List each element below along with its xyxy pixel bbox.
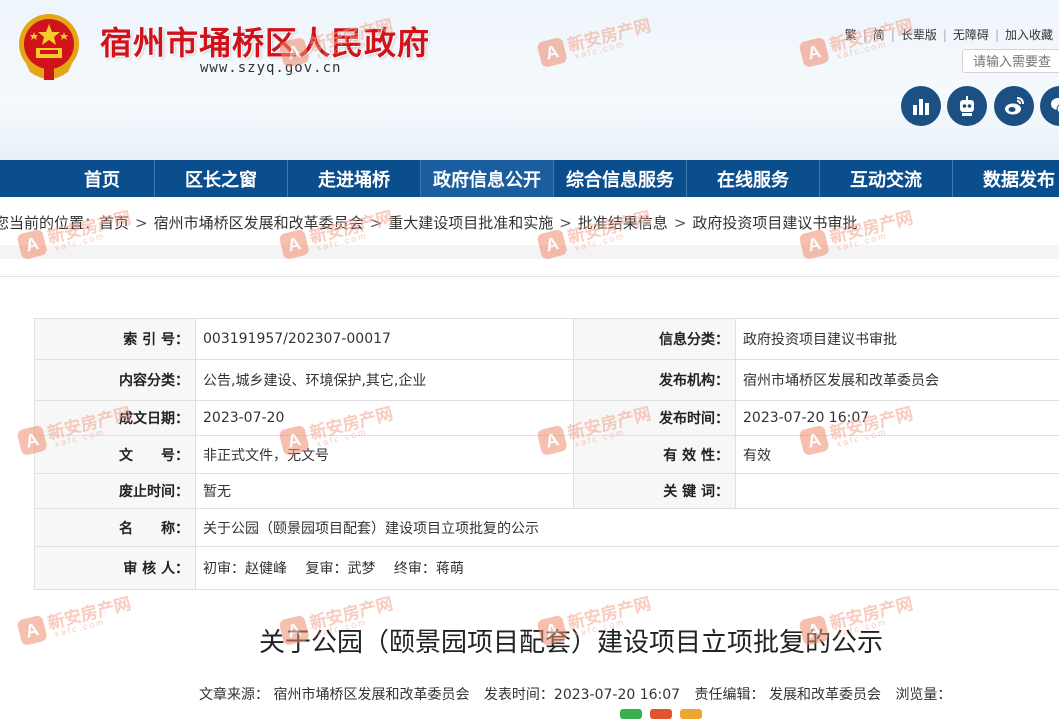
table-row: 内容分类： 公告,城乡建设、环境保护,其它,企业 发布机构： 宿州市埇桥区发展和… (35, 360, 1059, 401)
name-value: 关于公园（颐景园项目配套）建设项目立项批复的公示 (196, 509, 1059, 547)
validity-value: 有效 (736, 436, 1059, 474)
source-label: 文章来源： (199, 687, 269, 703)
document-number-label: 文 号： (35, 436, 196, 474)
reviewer-label: 审 核 人： (35, 547, 196, 590)
publish-time-label: 发布时间： (574, 401, 736, 436)
accessibility-link[interactable]: 无障碍 (947, 28, 995, 42)
share-wechat-button[interactable] (620, 709, 642, 719)
breadcrumb-approval-results[interactable]: 批准结果信息 (578, 214, 668, 232)
search-input[interactable] (962, 49, 1059, 73)
validity-label: 有 效 性： (574, 436, 736, 474)
expiry-value: 暂无 (196, 474, 574, 509)
reviewer-value: 初审：赵健峰 复审：武梦 终审：蒋萌 (196, 547, 1059, 590)
table-row: 文 号： 非正式文件，无文号 有 效 性： 有效 (35, 436, 1059, 474)
add-favorite-link[interactable]: 加入收藏 (999, 28, 1059, 42)
table-row: 废止时间： 暂无 关 键 词： (35, 474, 1059, 509)
views-label: 浏览量： (895, 687, 951, 703)
publisher-value: 宿州市埇桥区发展和改革委员会 (736, 360, 1059, 401)
weibo-button[interactable] (994, 86, 1034, 126)
breadcrumb-dept[interactable]: 宿州市埇桥区发展和改革委员会 (154, 214, 364, 232)
site-header: 宿州市埇桥区人民政府 www.szyq.gov.cn 繁|简|长辈版|无障碍|加… (0, 0, 1059, 160)
created-date-value: 2023-07-20 (196, 401, 574, 436)
breadcrumb-proposal-approval[interactable]: 政府投资项目建议书审批 (692, 214, 857, 232)
index-value: 003191957/202307-00017 (196, 319, 574, 360)
site-url: www.szyq.gov.cn (200, 60, 341, 76)
breadcrumb-separator: > (129, 214, 154, 232)
publish-time-label: 发表时间： (484, 687, 554, 703)
table-row: 名 称： 关于公园（颐景园项目配套）建设项目立项批复的公示 (35, 509, 1059, 547)
publisher-label: 发布机构： (574, 360, 736, 401)
bar-chart-icon (910, 95, 932, 117)
share-qzone-button[interactable] (680, 709, 702, 719)
breadcrumb-separator: > (553, 214, 578, 232)
national-emblem-icon (16, 12, 82, 82)
nav-item-home[interactable]: 首页 (0, 160, 155, 197)
content-category-label: 内容分类： (35, 360, 196, 401)
wechat-icon (1048, 94, 1059, 118)
source-value: 宿州市埇桥区发展和改革委员会 (273, 687, 469, 703)
breadcrumb-major-projects[interactable]: 重大建设项目批准和实施 (388, 214, 553, 232)
site-title: 宿州市埇桥区人民政府 (100, 18, 430, 64)
category-label: 信息分类： (574, 319, 736, 360)
breadcrumb: 您当前的位置：首页>宿州市埇桥区发展和改革委员会>重大建设项目批准和实施>批准结… (0, 212, 857, 233)
breadcrumb-prefix: 您当前的位置： (0, 214, 99, 232)
nav-item-info-services[interactable]: 综合信息服务 (554, 160, 687, 197)
top-links: 繁|简|长辈版|无障碍|加入收藏 (839, 26, 1059, 43)
name-label: 名 称： (35, 509, 196, 547)
article-title: 关于公园（颐景园项目配套）建设项目立项批复的公示 (0, 622, 1059, 659)
expiry-label: 废止时间： (35, 474, 196, 509)
document-number-value: 非正式文件，无文号 (196, 436, 574, 474)
breadcrumb-home[interactable]: 首页 (99, 214, 129, 232)
keywords-value (736, 474, 1059, 509)
section-band (0, 245, 1059, 259)
data-stats-button[interactable] (901, 86, 941, 126)
editor-label: 责任编辑： (695, 687, 765, 703)
traditional-chinese-link[interactable]: 繁 (839, 28, 863, 42)
nav-item-about-yongqiao[interactable]: 走进埇桥 (288, 160, 421, 197)
table-row: 成文日期： 2023-07-20 发布时间： 2023-07-20 16:07 (35, 401, 1059, 436)
robot-assistant-button[interactable] (947, 86, 987, 126)
elderly-version-link[interactable]: 长辈版 (895, 28, 943, 42)
divider (0, 276, 1059, 277)
article-meta: 文章来源： 宿州市埇桥区发展和改革委员会 发表时间：2023-07-20 16:… (199, 684, 951, 704)
table-row: 索 引 号： 003191957/202307-00017 信息分类： 政府投资… (35, 319, 1059, 360)
publish-time-value: 2023-07-20 16:07 (554, 687, 680, 703)
nav-item-online-services[interactable]: 在线服务 (687, 160, 820, 197)
content-category-value: 公告,城乡建设、环境保护,其它,企业 (196, 360, 574, 401)
header-background (0, 100, 1059, 160)
document-info-table: 索 引 号： 003191957/202307-00017 信息分类： 政府投资… (34, 318, 1059, 590)
category-value: 政府投资项目建议书审批 (736, 319, 1059, 360)
robot-icon (955, 94, 979, 118)
index-label: 索 引 号： (35, 319, 196, 360)
main-nav: 首页 区长之窗 走进埇桥 政府信息公开 综合信息服务 在线服务 互动交流 数据发… (0, 160, 1059, 197)
keywords-label: 关 键 词： (574, 474, 736, 509)
created-date-label: 成文日期： (35, 401, 196, 436)
editor-value: 发展和改革委员会 (769, 687, 881, 703)
nav-item-interaction[interactable]: 互动交流 (820, 160, 953, 197)
nav-item-gov-info-disclosure[interactable]: 政府信息公开 (421, 160, 554, 197)
table-row: 审 核 人： 初审：赵健峰 复审：武梦 终审：蒋萌 (35, 547, 1059, 590)
nav-item-mayor-window[interactable]: 区长之窗 (155, 160, 288, 197)
weibo-icon (1002, 94, 1026, 118)
publish-time-value: 2023-07-20 16:07 (736, 401, 1059, 436)
simplified-chinese-link[interactable]: 简 (867, 28, 891, 42)
breadcrumb-separator: > (364, 214, 389, 232)
nav-item-data-release[interactable]: 数据发布 (953, 160, 1059, 197)
share-weibo-button[interactable] (650, 709, 672, 719)
breadcrumb-separator: > (668, 214, 693, 232)
